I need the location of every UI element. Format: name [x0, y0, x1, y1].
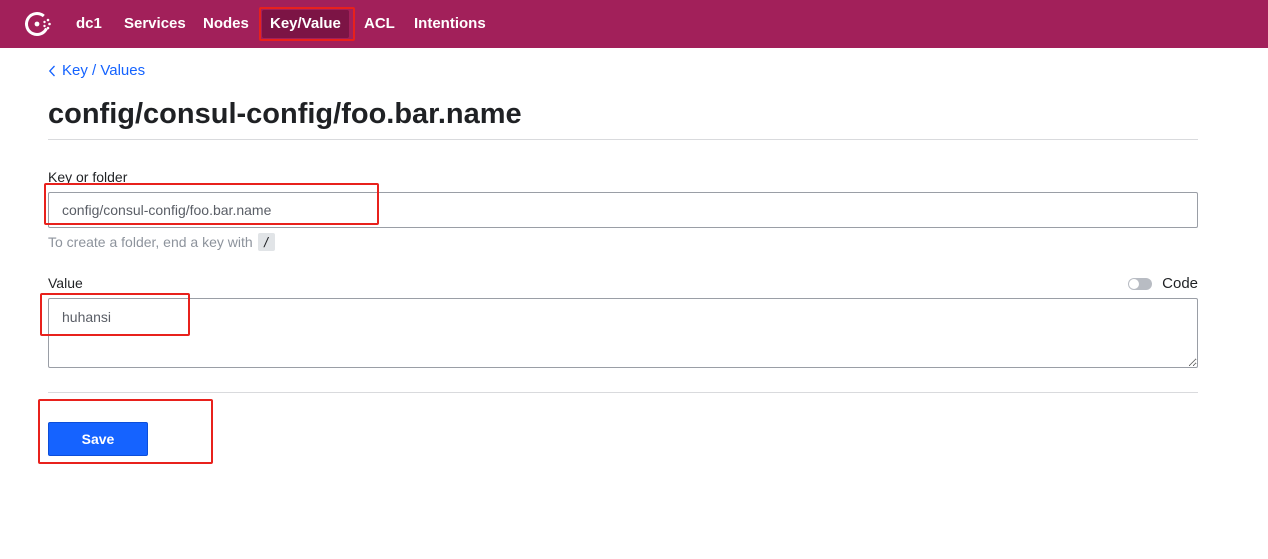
key-input[interactable] — [48, 192, 1198, 228]
key-help-text: To create a folder, end a key with / — [48, 233, 275, 251]
consul-logo-icon[interactable] — [24, 11, 52, 37]
nav-acl[interactable]: ACL — [364, 0, 395, 48]
save-button[interactable]: Save — [48, 422, 148, 456]
key-help-code: / — [257, 233, 275, 251]
title-divider — [48, 139, 1198, 140]
nav-nodes[interactable]: Nodes — [203, 0, 249, 48]
toggle-switch[interactable] — [1128, 277, 1153, 290]
key-field-label: Key or folder — [48, 169, 128, 185]
breadcrumb-label: Key / Values — [62, 62, 146, 79]
page-title: config/consul-config/foo.bar.name — [48, 98, 522, 130]
datacenter-selector[interactable]: dc1 — [76, 0, 102, 48]
value-textarea[interactable]: huhansi — [48, 298, 1198, 368]
value-field-label: Value — [48, 275, 83, 291]
chevron-left-icon — [48, 65, 55, 76]
form-divider — [48, 392, 1198, 393]
key-help-message: To create a folder, end a key with — [48, 234, 253, 250]
toggle-knob — [1129, 278, 1140, 289]
nav-services[interactable]: Services — [124, 0, 186, 48]
nav-intentions[interactable]: Intentions — [414, 0, 486, 48]
nav-key-value[interactable]: Key/Value — [262, 10, 349, 38]
code-toggle[interactable]: Code — [1128, 275, 1198, 292]
breadcrumb[interactable]: Key / Values — [48, 62, 145, 79]
code-toggle-label: Code — [1162, 275, 1198, 292]
top-navigation-bar: dc1 Services Nodes Key/Value ACL Intenti… — [0, 0, 1268, 48]
